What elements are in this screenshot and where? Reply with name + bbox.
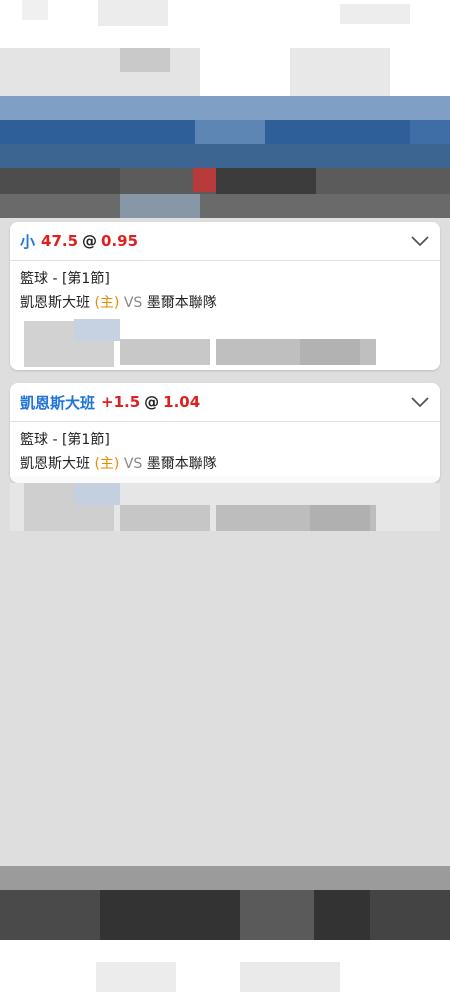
away-team: 墨爾本聯隊 <box>146 456 217 472</box>
obscured-top-area <box>0 0 450 98</box>
chevron-down-icon[interactable] <box>410 392 430 412</box>
home-team: 凱恩斯大班 <box>20 295 90 311</box>
obscured-bottom-bar <box>0 866 450 940</box>
bet-selection: 小 <box>20 232 36 251</box>
sport-period: 籃球 - [第1節] <box>20 271 110 287</box>
bet-details: 籃球 - [第1節] 凱恩斯大班 (主) VS 墨爾本聯隊 <box>10 422 440 476</box>
bet-line: 47.5 <box>41 232 79 250</box>
bet-selection: 凱恩斯大班 <box>20 393 96 412</box>
home-tag: (主) <box>94 295 120 311</box>
at-symbol: @ <box>82 232 98 250</box>
bet-odds: 0.95 <box>101 232 139 250</box>
away-team: 墨爾本聯隊 <box>146 295 217 311</box>
sport-period: 籃球 - [第1節] <box>20 432 110 448</box>
vs-label: VS <box>123 456 143 472</box>
bet-line: +1.5 <box>101 393 141 411</box>
obscured-tab-bar <box>0 168 450 218</box>
bet-card: 小 47.5 @ 0.95 籃球 - [第1節] 凱恩斯大班 (主) VS 墨爾… <box>10 222 440 370</box>
match-line: 凱恩斯大班 (主) VS 墨爾本聯隊 <box>20 291 430 315</box>
obscured-bet-info <box>10 483 440 531</box>
obscured-bottom-strip <box>0 940 450 1000</box>
obscured-bet-info <box>10 315 440 370</box>
chevron-down-icon[interactable] <box>410 231 430 251</box>
vs-label: VS <box>123 295 143 311</box>
obscured-header-bar <box>0 96 450 168</box>
match-line: 凱恩斯大班 (主) VS 墨爾本聯隊 <box>20 452 430 476</box>
at-symbol: @ <box>144 393 160 411</box>
bet-card: 凱恩斯大班 +1.5 @ 1.04 籃球 - [第1節] 凱恩斯大班 (主) V… <box>10 383 440 483</box>
bet-card-header[interactable]: 小 47.5 @ 0.95 <box>10 222 440 261</box>
home-tag: (主) <box>94 456 120 472</box>
bet-odds: 1.04 <box>163 393 201 411</box>
bet-details: 籃球 - [第1節] 凱恩斯大班 (主) VS 墨爾本聯隊 <box>10 261 440 315</box>
home-team: 凱恩斯大班 <box>20 456 90 472</box>
bet-card-header[interactable]: 凱恩斯大班 +1.5 @ 1.04 <box>10 383 440 422</box>
